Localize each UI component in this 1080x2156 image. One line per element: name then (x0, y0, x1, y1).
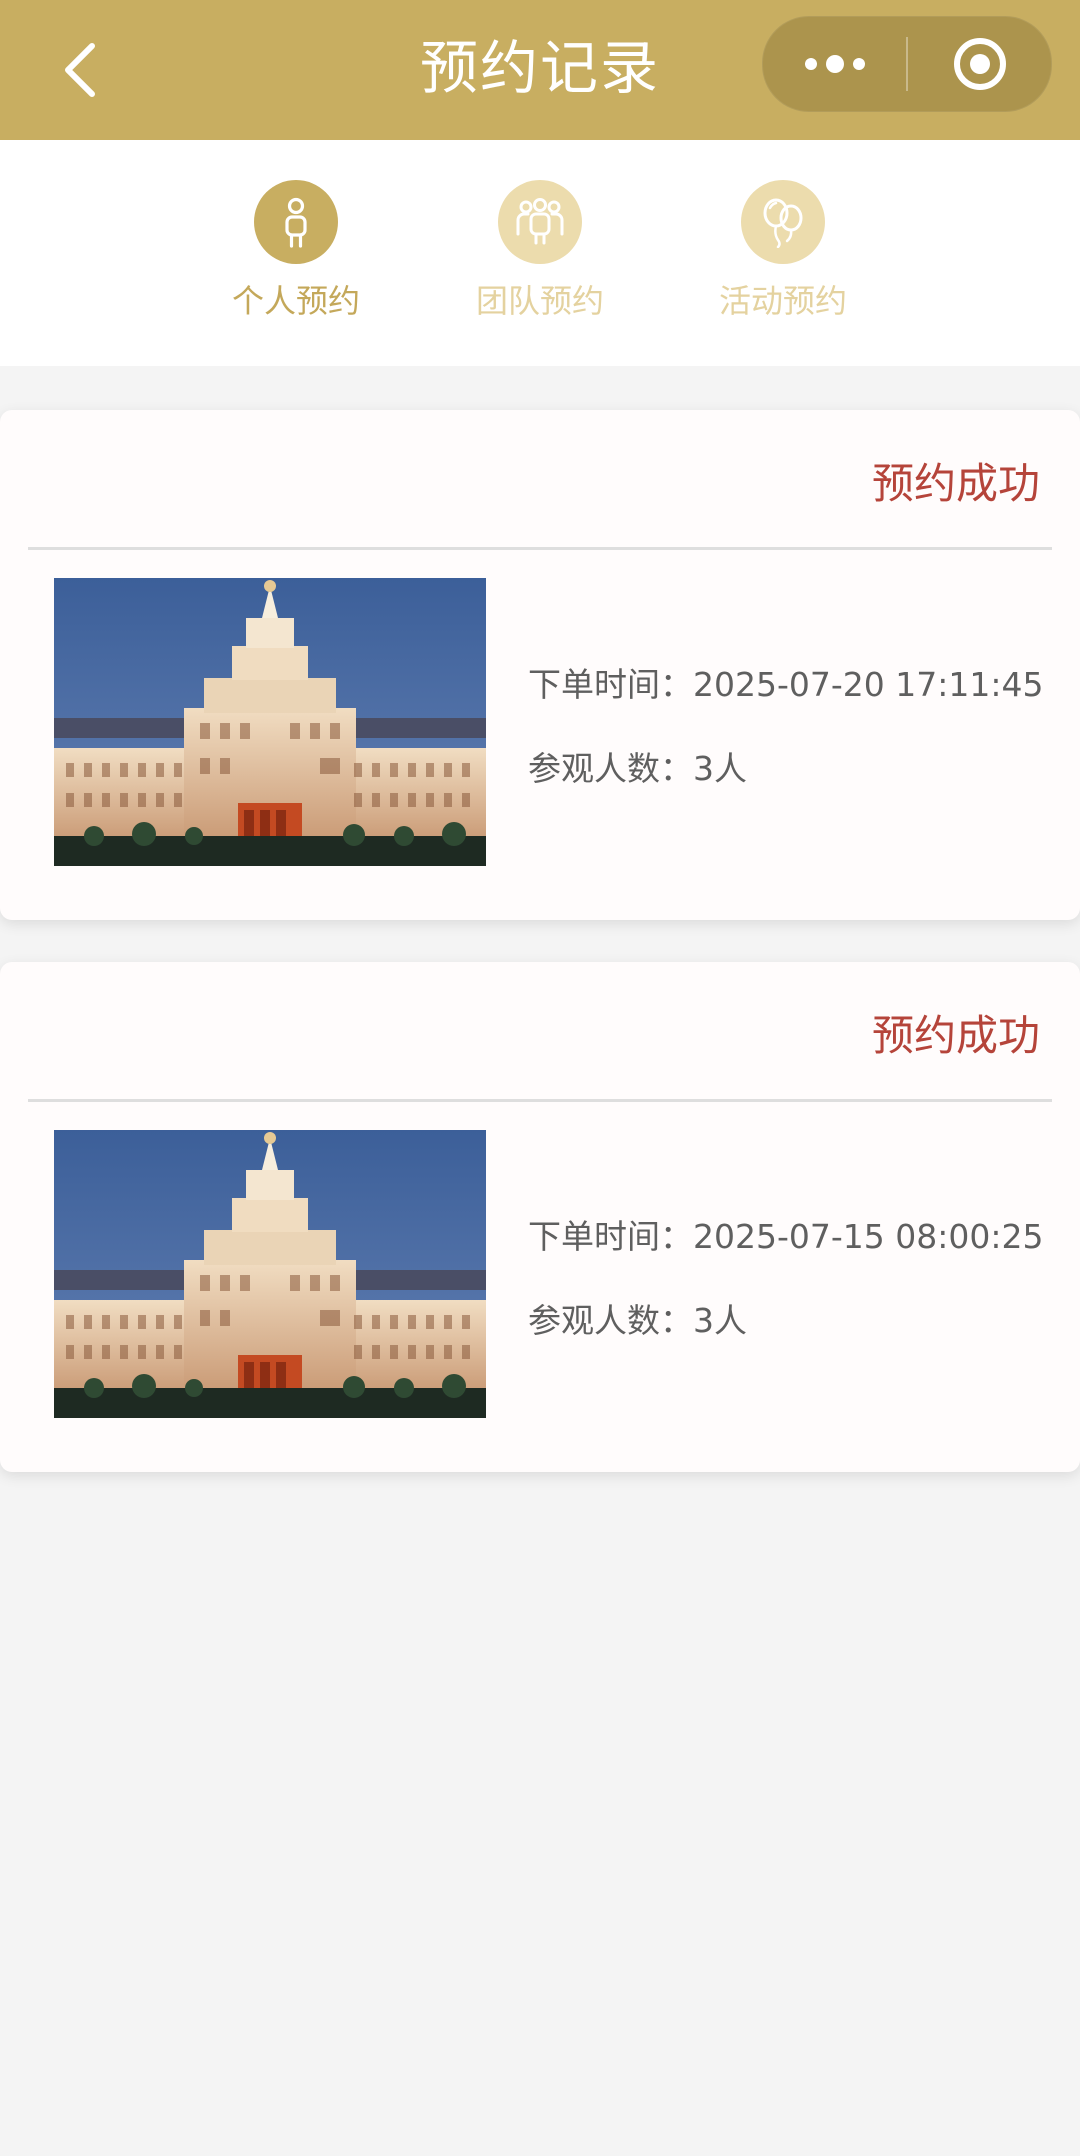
card-divider (28, 547, 1052, 550)
close-mini-program-button[interactable] (908, 17, 1051, 111)
tab-personal[interactable]: 个人预约 (196, 180, 396, 340)
museum-building-image (54, 578, 486, 866)
visitors-row: 参观人数：3人 (528, 742, 747, 790)
visitors-label: 参观人数： (528, 749, 693, 788)
reservation-card[interactable]: 预约成功 (0, 410, 1080, 920)
tab-icon-circle (498, 180, 582, 264)
tab-label: 活动预约 (718, 282, 847, 320)
reservation-card[interactable]: 预约成功 (0, 962, 1080, 1472)
museum-thumbnail (54, 1130, 486, 1418)
visitors-row: 参观人数：3人 (528, 1294, 747, 1342)
target-circle-icon (953, 38, 1006, 90)
more-button[interactable] (763, 17, 906, 111)
tab-icon-circle (741, 180, 825, 264)
tab-label: 个人预约 (231, 282, 360, 320)
order-time-row: 下单时间：2025-07-15 08:00:25 (528, 1210, 1043, 1258)
order-time-value: 2025-07-15 08:00:25 (693, 1217, 1044, 1256)
reservation-type-tabs: 个人预约 团队预约 活动预约 (0, 140, 1080, 366)
visitors-label: 参观人数： (528, 1301, 693, 1340)
museum-thumbnail (54, 578, 486, 866)
tab-group[interactable]: 团队预约 (440, 180, 640, 340)
tab-label: 团队预约 (475, 282, 604, 320)
nav-bar: 预约记录 (0, 0, 1080, 140)
order-time-value: 2025-07-20 17:11:45 (693, 665, 1044, 704)
card-divider (28, 1099, 1052, 1102)
person-icon (285, 197, 307, 248)
order-time-row: 下单时间：2025-07-20 17:11:45 (528, 658, 1043, 706)
balloons-icon (763, 198, 803, 248)
visitors-value: 3人 (693, 749, 747, 788)
visitors-value: 3人 (693, 1301, 747, 1340)
mini-program-capsule (762, 16, 1052, 112)
order-time-label: 下单时间： (528, 665, 693, 704)
group-icon (516, 198, 564, 245)
more-dots-icon (804, 55, 865, 73)
order-time-label: 下单时间： (528, 1217, 693, 1256)
status-badge: 预约成功 (871, 459, 1040, 508)
tab-icon-circle (254, 180, 338, 264)
museum-building-image (54, 1130, 486, 1418)
tab-activity[interactable]: 活动预约 (683, 180, 883, 340)
status-badge: 预约成功 (871, 1011, 1040, 1060)
